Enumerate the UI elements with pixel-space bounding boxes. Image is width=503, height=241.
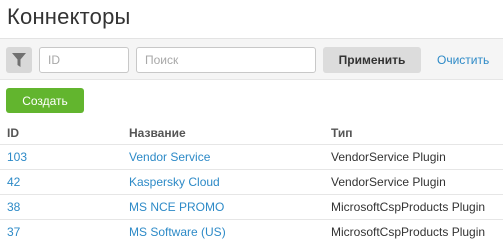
table-header-row: ID Название Тип [0, 119, 503, 145]
id-filter-input[interactable] [39, 47, 129, 73]
row-id-link[interactable]: 103 [7, 145, 27, 170]
row-name-link[interactable]: MS NCE PROMO [129, 195, 224, 220]
column-header-id[interactable]: ID [7, 119, 19, 147]
row-id-link[interactable]: 37 [7, 220, 20, 241]
table-row: 103 Vendor Service VendorService Plugin [0, 145, 503, 170]
row-name-link[interactable]: MS Software (US) [129, 220, 226, 241]
connectors-table: ID Название Тип 103 Vendor Service Vendo… [0, 119, 503, 241]
funnel-icon [12, 52, 26, 67]
apply-button[interactable]: Применить [323, 47, 421, 73]
row-type: MicrosoftCspProducts Plugin [331, 225, 486, 239]
row-type: VendorService Plugin [331, 150, 446, 164]
table-row: 37 MS Software (US) MicrosoftCspProducts… [0, 220, 503, 241]
column-header-type[interactable]: Тип [331, 119, 353, 147]
row-type: VendorService Plugin [331, 175, 446, 189]
row-name-link[interactable]: Vendor Service [129, 145, 210, 170]
table-row: 38 MS NCE PROMO MicrosoftCspProducts Plu… [0, 195, 503, 220]
row-id-link[interactable]: 38 [7, 195, 20, 220]
clear-link[interactable]: Очистить [437, 53, 489, 67]
search-input[interactable] [136, 47, 316, 73]
row-type: MicrosoftCspProducts Plugin [331, 200, 486, 214]
page-title: Коннекторы [7, 4, 131, 29]
table-row: 42 Kaspersky Cloud VendorService Plugin [0, 170, 503, 195]
row-id-link[interactable]: 42 [7, 170, 20, 195]
filter-toggle-button[interactable] [6, 47, 32, 73]
row-name-link[interactable]: Kaspersky Cloud [129, 170, 220, 195]
column-header-name[interactable]: Название [129, 119, 186, 147]
create-button[interactable]: Создать [6, 88, 84, 113]
filter-bar: Применить Очистить [0, 39, 503, 80]
